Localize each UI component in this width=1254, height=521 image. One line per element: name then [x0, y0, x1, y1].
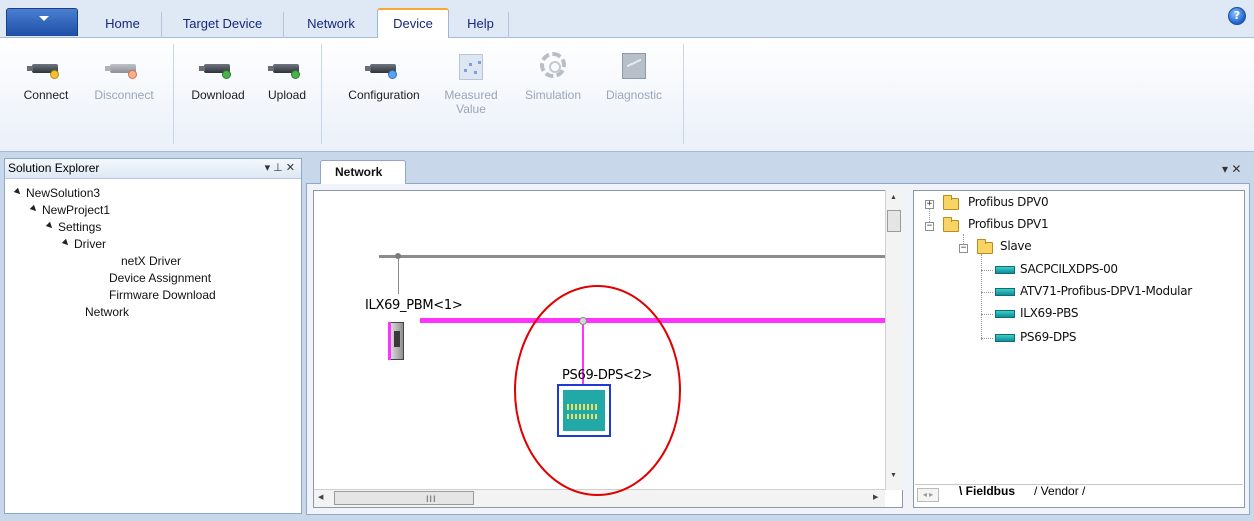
download-button[interactable]: Download — [180, 58, 256, 102]
tab-device[interactable]: Device — [377, 8, 449, 39]
catalog-item-atv71[interactable]: ATV71-Profibus-DPV1-Modular — [1020, 284, 1192, 298]
configuration-label: Configuration — [348, 88, 420, 102]
ribbon-tab-strip: Home Target Device Network Device Help ? — [0, 0, 1254, 39]
tree-item-netx-driver[interactable]: netX Driver — [121, 254, 181, 268]
ribbon-group-configuration: Configuration Measured Value Simulation … — [322, 44, 684, 144]
highlight-circle — [514, 285, 681, 496]
catalog-item-ps69-dps[interactable]: PS69-DPS — [1020, 330, 1076, 344]
folder-icon — [977, 239, 993, 254]
tree-item-settings[interactable]: Settings — [45, 220, 101, 234]
collapse-icon[interactable]: − — [925, 222, 934, 231]
document-controls[interactable]: ▾ ✕ — [1222, 162, 1241, 176]
tree-item-solution[interactable]: NewSolution3 — [13, 186, 100, 200]
device-icon — [995, 310, 1015, 318]
download-icon — [199, 58, 234, 80]
horizontal-scroll-thumb[interactable] — [334, 491, 474, 505]
expanded-arrow-icon[interactable] — [61, 238, 71, 248]
simulation-label: Simulation — [524, 88, 582, 102]
scroll-grip: III — [426, 494, 437, 504]
tree-item-firmware-download[interactable]: Firmware Download — [109, 288, 216, 302]
diagnostic-label: Diagnostic — [605, 88, 663, 102]
download-label: Download — [191, 88, 245, 102]
ilx69-pbm-device-icon[interactable] — [388, 322, 404, 360]
measured-value-icon — [455, 54, 487, 80]
scroll-left-icon[interactable]: ◀ — [318, 493, 323, 501]
vertical-scrollbar[interactable] — [885, 190, 903, 490]
solution-explorer-panel: Solution Explorer ▾ ⊥ ✕ NewSolution3 New… — [4, 158, 302, 514]
configuration-button[interactable]: Configuration — [336, 58, 432, 102]
tree-item-network[interactable]: Network — [85, 305, 129, 319]
help-icon[interactable]: ? — [1228, 7, 1246, 25]
device-icon — [995, 334, 1015, 342]
device-icon — [995, 288, 1015, 296]
ribbon: Connect Disconnect Download Upload Confi… — [0, 38, 1254, 152]
expanded-arrow-icon[interactable] — [13, 187, 23, 197]
tree-item-device-assignment[interactable]: Device Assignment — [109, 271, 211, 285]
gear-icon — [537, 52, 569, 80]
expanded-arrow-icon[interactable] — [29, 204, 39, 214]
connect-button[interactable]: Connect — [12, 58, 80, 102]
tab-home[interactable]: Home — [84, 12, 162, 38]
scroll-up-icon[interactable]: ▲ — [890, 194, 897, 201]
folder-icon — [943, 195, 959, 210]
catalog-tab-nav[interactable]: ◂ ▸ — [917, 488, 939, 502]
simulation-button[interactable]: Simulation — [512, 52, 594, 102]
device-drop-line — [398, 258, 399, 294]
expand-icon[interactable]: + — [925, 200, 934, 209]
ribbon-group-transfer: Download Upload — [174, 44, 322, 144]
tab-network-document[interactable]: Network — [320, 160, 406, 184]
solution-explorer-title: Solution Explorer — [8, 161, 100, 175]
scroll-down-icon[interactable]: ▼ — [890, 472, 897, 479]
tree-item-project[interactable]: NewProject1 — [29, 203, 110, 217]
catalog-item-profibus-dpv1[interactable]: Profibus DPV1 — [968, 217, 1049, 231]
measured-value-label-1: Measured — [444, 88, 498, 102]
vertical-scroll-thumb[interactable] — [887, 210, 901, 232]
catalog-item-sacpcilxdps[interactable]: SACPCILXDPS-00 — [1020, 262, 1118, 276]
upload-icon — [268, 58, 303, 80]
tab-fieldbus[interactable]: \ Fieldbus — [959, 482, 1015, 500]
application-menu-button[interactable] — [6, 8, 78, 36]
device-label-ilx69-pbm[interactable]: ILX69_PBM<1> — [365, 298, 463, 313]
tab-network[interactable]: Network — [290, 12, 372, 38]
disconnect-icon — [105, 58, 140, 80]
tab-target-device[interactable]: Target Device — [162, 12, 284, 38]
upload-button[interactable]: Upload — [258, 58, 316, 102]
collapse-icon[interactable]: − — [959, 244, 968, 253]
ribbon-group-connection: Connect Disconnect — [8, 44, 174, 144]
catalog-item-ilx69-pbs[interactable]: ILX69-PBS — [1020, 306, 1079, 320]
tab-vendor[interactable]: / Vendor / — [1034, 482, 1085, 500]
expanded-arrow-icon[interactable] — [45, 221, 55, 231]
ethernet-bus-line — [379, 255, 885, 258]
diagnostic-button[interactable]: Diagnostic — [594, 53, 674, 102]
tab-help[interactable]: Help — [453, 12, 509, 38]
catalog-item-slave[interactable]: Slave — [1000, 239, 1032, 253]
device-icon — [995, 266, 1015, 274]
solution-explorer-header: Solution Explorer ▾ ⊥ ✕ — [5, 159, 301, 179]
connect-label: Connect — [23, 88, 69, 102]
upload-label: Upload — [267, 88, 307, 102]
disconnect-button[interactable]: Disconnect — [82, 58, 166, 102]
panel-controls[interactable]: ▾ ⊥ ✕ — [265, 159, 295, 178]
scroll-right-icon[interactable]: ▶ — [873, 493, 878, 501]
catalog-item-profibus-dpv0[interactable]: Profibus DPV0 — [968, 195, 1049, 209]
connect-icon — [27, 58, 62, 80]
configuration-icon — [365, 58, 400, 80]
measured-value-button[interactable]: Measured Value — [432, 54, 510, 116]
measured-value-label-2: Value — [456, 102, 486, 116]
diagnostic-icon — [618, 53, 650, 80]
disconnect-label: Disconnect — [94, 88, 154, 102]
tree-item-driver[interactable]: Driver — [61, 237, 106, 251]
chevron-down-icon — [39, 16, 49, 21]
folder-icon — [943, 217, 959, 232]
